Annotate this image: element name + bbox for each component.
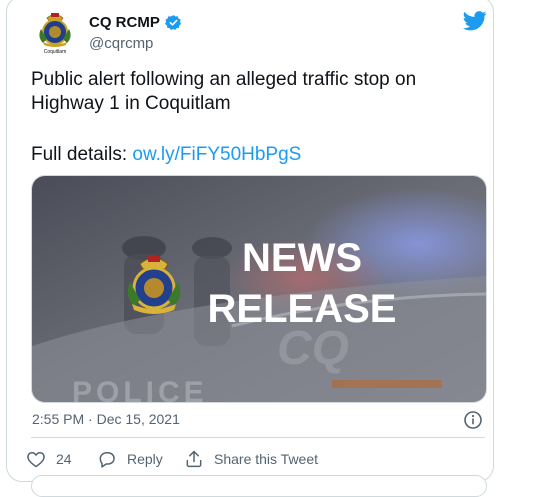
share-label: Share this Tweet: [214, 451, 319, 467]
avatar[interactable]: Coquitlam: [33, 9, 77, 55]
divider: [31, 437, 485, 438]
reply-button[interactable]: Reply: [97, 449, 163, 469]
headline-line-1: NEWS: [242, 236, 362, 280]
news-release-graphic: CQ POLICE NEWS RELEASE: [32, 176, 486, 402]
tweet-card: Coquitlam CQ RCMP @cqrcmp Public alert f…: [6, 0, 494, 497]
reply-bubble-icon: [99, 452, 115, 468]
rcmp-crest-icon: Coquitlam: [39, 13, 71, 55]
tweet-text: Public alert following an alleged traffi…: [31, 68, 481, 116]
heart-icon: [27, 452, 45, 468]
tweet-text-line-1: Public alert following an alleged traffi…: [31, 69, 417, 90]
twitter-bird-icon[interactable]: [463, 11, 487, 31]
author-name-row[interactable]: CQ RCMP: [89, 14, 182, 31]
headline-line-2: RELEASE: [208, 287, 397, 331]
info-icon[interactable]: [463, 410, 483, 430]
share-icon: [186, 450, 202, 468]
vehicle-text: POLICE: [72, 376, 208, 402]
share-button[interactable]: Share this Tweet: [184, 449, 318, 469]
read-replies-button[interactable]: [31, 475, 487, 497]
like-button[interactable]: 24: [26, 449, 72, 469]
tweet-text-line-2: Highway 1 in Coquitlam: [31, 93, 231, 114]
news-release-image[interactable]: CQ POLICE NEWS RELEASE: [31, 175, 487, 403]
details-link[interactable]: ow.ly/FiFY50HbPgS: [132, 144, 301, 165]
reply-label: Reply: [127, 451, 163, 467]
avatar-caption: Coquitlam: [44, 49, 67, 55]
display-name[interactable]: CQ RCMP: [89, 14, 160, 31]
details-label: Full details:: [31, 144, 128, 165]
tweet-timestamp[interactable]: 2:55 PM · Dec 15, 2021: [32, 411, 180, 427]
verified-badge-icon: [164, 15, 181, 30]
like-count: 24: [56, 451, 72, 467]
full-details: Full details: ow.ly/FiFY50HbPgS: [31, 143, 301, 167]
account-handle[interactable]: @cqrcmp: [89, 35, 153, 52]
